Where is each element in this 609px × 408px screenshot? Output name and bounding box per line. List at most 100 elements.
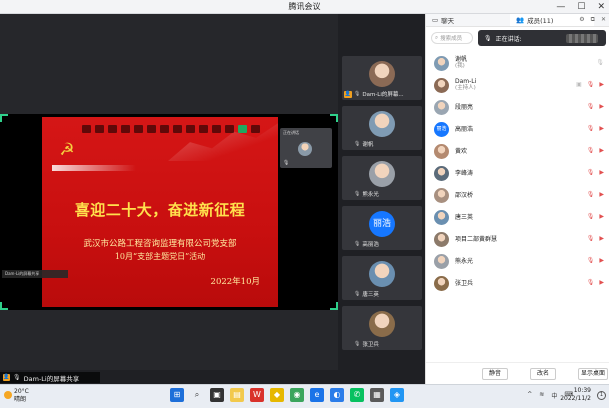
mic-muted-icon[interactable]: 🎙 xyxy=(587,81,595,88)
member-name-text: 项目二部黄群慧 xyxy=(455,235,498,243)
toolbar-icon xyxy=(199,125,208,133)
camera-off-icon[interactable]: ▶ xyxy=(599,147,604,154)
rename-button[interactable]: 改名 xyxy=(530,368,556,380)
participant-tile[interactable]: 丽浩 🎙 高丽浩 xyxy=(342,206,422,250)
mic-muted-icon[interactable]: 🎙 xyxy=(587,279,595,286)
close-button[interactable]: ✕ xyxy=(597,1,605,13)
list-item[interactable]: 邵汉桥 🎙 ▶ xyxy=(426,184,609,206)
wechat-icon[interactable]: ✆ xyxy=(350,388,364,402)
list-item[interactable]: 熊永光 🎙 ▶ xyxy=(426,250,609,272)
speaker-name-obscured xyxy=(565,33,598,43)
ime-indicator[interactable]: 中 xyxy=(551,391,557,400)
speaker-pip-video[interactable]: 正在讲话 🎙 xyxy=(280,128,332,168)
settings-icon[interactable]: ⚙ xyxy=(579,16,584,24)
mic-muted-icon[interactable]: 🎙 xyxy=(587,125,595,132)
app-root: 腾讯会议 — ☐ ✕ ☭ 喜迎二十大，奋进新征程 武汉市公路工程咨询监理有限公司… xyxy=(0,0,609,408)
notification-icon[interactable]: 1 xyxy=(597,391,606,400)
mic-muted-icon[interactable]: 🎙 xyxy=(587,257,595,264)
presentation-slide: ☭ 喜迎二十大，奋进新征程 武汉市公路工程咨询监理有限公司党支部 10月“支部主… xyxy=(42,117,278,307)
list-item[interactable]: 唐三英 🎙 ▶ xyxy=(426,206,609,228)
chevron-up-icon[interactable]: ^ xyxy=(527,391,532,400)
tab-chat[interactable]: ▭ 聊天 xyxy=(426,14,510,26)
avatar: 丽浩 xyxy=(434,121,449,137)
participant-tile[interactable]: 🎙 熊永光 xyxy=(342,156,422,200)
avatar xyxy=(434,187,449,203)
member-status: 🎙 ▶ xyxy=(587,147,604,154)
toolbar-icon xyxy=(251,125,260,133)
member-name-text: 高丽浩 xyxy=(455,125,474,133)
mic-muted-icon[interactable]: 🎙 xyxy=(587,191,595,198)
camera-off-icon[interactable]: ▶ xyxy=(599,81,604,88)
list-item[interactable]: 李峰涛 🎙 ▶ xyxy=(426,162,609,184)
list-item[interactable]: 丽浩 高丽浩 🎙 ▶ xyxy=(426,118,609,140)
app-icon[interactable]: ◆ xyxy=(270,388,284,402)
tile-name: 高丽浩 xyxy=(362,242,379,248)
list-item[interactable]: 黄欢 🎙 ▶ xyxy=(426,140,609,162)
toolbar-icon xyxy=(173,125,182,133)
avatar xyxy=(434,165,449,181)
app-icon[interactable]: ◈ xyxy=(390,388,404,402)
app-icon[interactable]: ▦ xyxy=(370,388,384,402)
member-status: 🎙 ▶ xyxy=(587,257,604,264)
member-name: 熊永光 xyxy=(455,258,473,265)
mic-icon: 🎙 xyxy=(354,241,361,247)
close-panel-icon[interactable]: ✕ xyxy=(601,16,606,24)
mic-icon[interactable]: 🎙 xyxy=(596,59,604,66)
wifi-icon[interactable]: ≋ xyxy=(539,391,544,400)
participant-tile[interactable]: 🎙 唐三英 xyxy=(342,256,422,300)
show-desktop-button[interactable]: 显示桌面 xyxy=(578,368,608,380)
tencent-meeting-icon[interactable]: ◐ xyxy=(330,388,344,402)
screen-share-indicator[interactable]: 👤 🎙 Dam-Li的屏幕共享 xyxy=(0,372,100,383)
start-icon[interactable]: ⊞ xyxy=(170,388,184,402)
edge-icon[interactable]: e xyxy=(310,388,324,402)
tile-name: Dam-Li的屏幕... xyxy=(362,92,404,98)
member-search-input[interactable]: ⌕ 搜索成员 xyxy=(431,32,473,44)
panel-tabs: ▭ 聊天 👥 成员(11) ⚙ ⧉ ✕ xyxy=(426,14,609,27)
minimize-button[interactable]: — xyxy=(556,1,565,13)
toolbar-icon xyxy=(108,125,117,133)
mic-muted-icon[interactable]: 🎙 xyxy=(587,213,595,220)
member-name-text: 唐三英 xyxy=(455,213,474,221)
screen-share-view[interactable]: ☭ 喜迎二十大，奋进新征程 武汉市公路工程咨询监理有限公司党支部 10月“支部主… xyxy=(0,114,338,310)
camera-off-icon[interactable]: ▶ xyxy=(599,125,604,132)
popout-icon[interactable]: ⧉ xyxy=(591,16,595,24)
mic-muted-icon[interactable]: 🎙 xyxy=(587,147,595,154)
list-item[interactable]: 张卫兵 🎙 ▶ xyxy=(426,272,609,294)
tile-label: 🎙 谢帆 xyxy=(354,140,373,148)
mic-muted-icon[interactable]: 🎙 xyxy=(587,103,595,110)
mute-all-button[interactable]: 静音 xyxy=(482,368,508,380)
camera-off-icon[interactable]: ▶ xyxy=(599,257,604,264)
member-name: 段丽亮 xyxy=(455,104,473,111)
camera-off-icon[interactable]: ▶ xyxy=(599,213,604,220)
member-name: Dam-Li (主持人) xyxy=(455,78,476,92)
participant-tile[interactable]: 🎙 谢帆 xyxy=(342,106,422,150)
weather-widget[interactable]: 20°C 晴朗 xyxy=(4,388,29,404)
share-frame-corner xyxy=(330,302,338,310)
maximize-button[interactable]: ☐ xyxy=(577,1,585,13)
participant-tile[interactable]: 👤 🎙 Dam-Li的屏幕... xyxy=(342,56,422,100)
wps-icon[interactable]: W xyxy=(250,388,264,402)
camera-off-icon[interactable]: ▶ xyxy=(599,169,604,176)
camera-off-icon[interactable]: ▶ xyxy=(599,235,604,242)
tile-name: 唐三英 xyxy=(362,292,379,298)
list-item[interactable]: 段丽亮 🎙 ▶ xyxy=(426,96,609,118)
task-view-icon[interactable]: ▣ xyxy=(210,388,224,402)
camera-off-icon[interactable]: ▶ xyxy=(599,103,604,110)
chrome-icon[interactable]: ◉ xyxy=(290,388,304,402)
clock[interactable]: 10:39 2022/11/2 xyxy=(560,387,591,403)
camera-off-icon[interactable]: ▶ xyxy=(599,279,604,286)
chat-icon: ▭ xyxy=(432,16,439,24)
search-icon[interactable]: ⌕ xyxy=(190,388,204,402)
member-name-text: 黄欢 xyxy=(455,147,468,155)
mic-muted-icon[interactable]: 🎙 xyxy=(587,235,595,242)
camera-off-icon[interactable]: ▶ xyxy=(599,191,604,198)
participant-tile[interactable]: 🎙 张卫兵 xyxy=(342,306,422,350)
member-name-text: 邵汉桥 xyxy=(455,191,474,199)
file-explorer-icon[interactable]: ▤ xyxy=(230,388,244,402)
list-item[interactable]: 项目二部黄群慧 🎙 ▶ xyxy=(426,228,609,250)
list-item[interactable]: 谢帆 (我) 🎙 xyxy=(426,52,609,74)
list-item[interactable]: Dam-Li (主持人) ▣ 🎙 ▶ xyxy=(426,74,609,96)
mic-muted-icon[interactable]: 🎙 xyxy=(587,169,595,176)
toolbar-icon xyxy=(82,125,91,133)
clock-date: 2022/11/2 xyxy=(560,395,591,402)
